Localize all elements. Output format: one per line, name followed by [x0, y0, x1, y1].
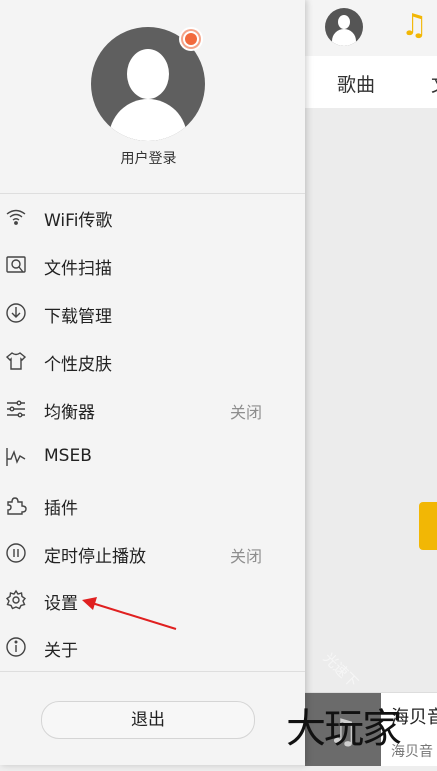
watermark-text: 大玩家 [286, 706, 402, 752]
menu-label: 插件 [44, 499, 78, 519]
equalizer-icon [5, 398, 27, 420]
sleep-timer-status: 关闭 [229, 547, 262, 566]
menu-label: 个性皮肤 [44, 355, 112, 375]
menu-label: 下载管理 [44, 307, 112, 327]
puzzle-icon [5, 494, 27, 516]
main-panel: ♫ 歌曲 文 ♫ 海贝音 海贝音 [305, 0, 437, 766]
menu-item-plugins[interactable]: 插件 [0, 482, 305, 530]
menu-item-skins[interactable]: 个性皮肤 [0, 338, 305, 386]
tab-partial[interactable]: 文 [431, 70, 437, 97]
divider [0, 671, 305, 672]
menu-label: 设置 [44, 594, 78, 614]
download-icon [5, 302, 27, 324]
main-top-bar: ♫ [305, 0, 437, 56]
main-avatar[interactable] [325, 8, 363, 46]
menu-label: 文件扫描 [44, 259, 112, 279]
menu-item-file-scan[interactable]: 文件扫描 [0, 242, 305, 290]
exit-button[interactable]: 退出 [41, 701, 255, 739]
waveform-icon [5, 446, 27, 468]
menu-label: MSEB [44, 446, 92, 466]
menu-label: 关于 [44, 641, 78, 661]
shirt-icon [5, 350, 27, 372]
login-link[interactable]: 用户登录 [0, 148, 297, 168]
menu-label: 定时停止播放 [44, 547, 146, 567]
scan-icon [5, 254, 27, 276]
menu-item-settings[interactable]: 设置 [0, 577, 305, 625]
menu-item-mseb[interactable]: MSEB [0, 434, 305, 482]
tab-songs[interactable]: 歌曲 [337, 70, 375, 97]
side-drawer: 用户登录 WiFi传歌 文件扫描 下载管理 个性皮肤 均衡器 关闭 MSEB 插… [0, 0, 305, 765]
menu-label: 均衡器 [44, 403, 95, 423]
timer-icon [5, 542, 27, 564]
side-handle[interactable] [419, 502, 437, 550]
main-tab-bar: 歌曲 文 [305, 56, 437, 108]
menu-item-sleep-timer[interactable]: 定时停止播放 关闭 [0, 530, 305, 578]
gear-icon [5, 589, 27, 611]
menu-label: WiFi传歌 [44, 211, 113, 231]
equalizer-status: 关闭 [229, 403, 262, 422]
info-icon [5, 636, 27, 658]
menu-item-equalizer[interactable]: 均衡器 关闭 [0, 386, 305, 434]
menu-item-download-manager[interactable]: 下载管理 [0, 290, 305, 338]
menu-item-wifi-transfer[interactable]: WiFi传歌 [0, 194, 305, 242]
menu-item-about[interactable]: 关于 [0, 624, 305, 672]
music-note-icon[interactable]: ♫ [401, 8, 428, 44]
sun-badge-icon [179, 27, 203, 51]
wifi-icon [5, 206, 27, 228]
